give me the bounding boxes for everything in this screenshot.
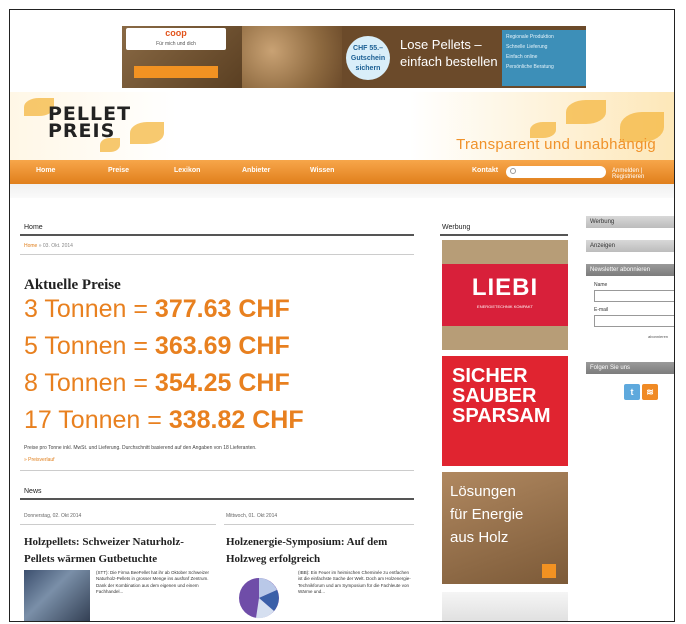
nav-item-preise[interactable]: Preise	[108, 167, 129, 174]
site-tagline: Transparent und unabhängig	[456, 136, 656, 153]
banner-check-item: Regionale Produktion	[506, 34, 554, 40]
price-value: 363.69 CHF	[154, 332, 290, 360]
coop-logo: coop Für mich und dich	[126, 28, 226, 50]
leaf-decoration	[130, 122, 164, 144]
section-title-home: Home	[24, 224, 43, 231]
price-value: 338.82 CHF	[168, 406, 304, 434]
banner-check-item: Einfach online	[506, 54, 538, 60]
breadcrumb-date: » 03. Okt. 2014	[38, 243, 73, 249]
price-line: 5 Tonnen = 363.69 CHF	[24, 332, 290, 361]
news-image[interactable]	[24, 570, 90, 621]
top-banner-ad[interactable]: coop Für mich und dich CHF 55.– Gutschei…	[122, 26, 586, 88]
price-quantity: 17 Tonnen =	[24, 406, 169, 434]
divider	[20, 254, 414, 255]
price-value: 377.63 CHF	[154, 295, 290, 323]
nav-item-home[interactable]: Home	[36, 167, 55, 174]
divider	[224, 524, 414, 525]
price-note: Preise pro Tonne inkl. MwSt. und Lieferu…	[24, 445, 257, 451]
rss-icon[interactable]: ≋	[642, 384, 658, 400]
breadcrumb: Home » 03. Okt. 2014	[24, 243, 73, 249]
nav-item-wissen[interactable]: Wissen	[310, 167, 334, 174]
news-body: (IBB): Ein Feuer im heimischen Cheminée …	[298, 570, 411, 595]
banner-cta-button[interactable]	[134, 66, 218, 78]
banner-badge: CHF 55.– Gutschein sichern	[346, 36, 390, 80]
banner-check-item: Persönliche Beratung	[506, 64, 554, 70]
page-title: Aktuelle Preise	[24, 277, 121, 293]
banner-check-item: Schnelle Lieferung	[506, 44, 548, 50]
main-nav: Home Preise Lexikon Anbieter Wissen Kont…	[10, 160, 674, 184]
news-title[interactable]: Holzpellets: Schweizer Naturholz-Pellets…	[24, 534, 210, 568]
section-rule	[20, 234, 414, 236]
ad-arrow-icon	[542, 564, 556, 578]
price-quantity: 3 Tonnen =	[24, 295, 155, 323]
ad-sicher[interactable]: SICHER SAUBER SPARSAM	[442, 356, 568, 466]
divider	[20, 524, 216, 525]
price-quantity: 8 Tonnen =	[24, 369, 155, 397]
leaf-decoration	[566, 100, 606, 124]
nav-item-lexikon[interactable]: Lexikon	[174, 167, 200, 174]
news-image[interactable]	[226, 570, 292, 621]
site-logo[interactable]: PELLET PREIS	[48, 105, 131, 141]
login-links[interactable]: Anmelden | Registrieren	[612, 168, 674, 180]
pellets-image	[242, 26, 342, 88]
name-label: Name	[594, 282, 608, 288]
section-rule	[20, 498, 414, 500]
news-body: (STT): Die Firma BeeFellet hat ihr ab Ok…	[96, 570, 210, 595]
nav-item-kontakt[interactable]: Kontakt	[472, 167, 498, 174]
sidebar-werbung[interactable]: Werbung	[586, 216, 674, 228]
price-quantity: 5 Tonnen =	[24, 332, 155, 360]
banner-checklist: Regionale Produktion Schnelle Lieferung …	[502, 30, 586, 86]
news-date: Donnerstag, 02. Okt 2014	[24, 513, 82, 519]
news-date: Mittwoch, 01. Okt 2014	[226, 513, 278, 519]
price-line: 3 Tonnen = 377.63 CHF	[24, 295, 290, 324]
twitter-icon[interactable]: t	[624, 384, 640, 400]
sub-bar	[10, 184, 674, 198]
ads-column-title: Werbung	[442, 224, 471, 231]
page-frame: coop Für mich und dich CHF 55.– Gutschei…	[9, 9, 675, 622]
liebi-logo: LIEBI ENERGIETECHNIK KOMPAKT	[442, 264, 568, 326]
price-line: 17 Tonnen = 338.82 CHF	[24, 406, 304, 435]
subscribe-checkbox[interactable]: abonnieren	[648, 334, 668, 339]
ad-liebi[interactable]: LIEBI ENERGIETECHNIK KOMPAKT	[442, 240, 568, 350]
pie-chart-image	[239, 578, 279, 619]
news-title[interactable]: Holzenergie-Symposium: Auf dem Holzweg e…	[226, 534, 412, 568]
email-label: E-mail	[594, 307, 609, 313]
ad-bottom[interactable]	[442, 592, 568, 621]
nav-item-anbieter[interactable]: Anbieter	[242, 167, 270, 174]
price-line: 8 Tonnen = 354.25 CHF	[24, 369, 290, 398]
price-value: 354.25 CHF	[154, 369, 290, 397]
banner-slogan: Lose Pellets – einfach bestellen	[400, 37, 498, 69]
sidebar-follow-title: Folgen Sie uns	[586, 362, 674, 374]
sidebar-newsletter-title: Newsletter abonnieren	[586, 264, 674, 276]
breadcrumb-home-link[interactable]: Home	[24, 243, 37, 249]
section-title-news: News	[24, 488, 42, 495]
name-field[interactable]	[594, 290, 674, 302]
email-field[interactable]	[594, 315, 674, 327]
section-rule	[440, 234, 568, 236]
divider	[20, 470, 414, 471]
search-icon[interactable]	[510, 168, 516, 174]
sidebar-anzeigen[interactable]: Anzeigen	[586, 240, 674, 252]
search-input[interactable]	[506, 166, 606, 178]
ad-holz[interactable]: Lösungen für Energie aus Holz	[442, 472, 568, 584]
price-history-link[interactable]: » Preisverlauf	[24, 457, 55, 463]
